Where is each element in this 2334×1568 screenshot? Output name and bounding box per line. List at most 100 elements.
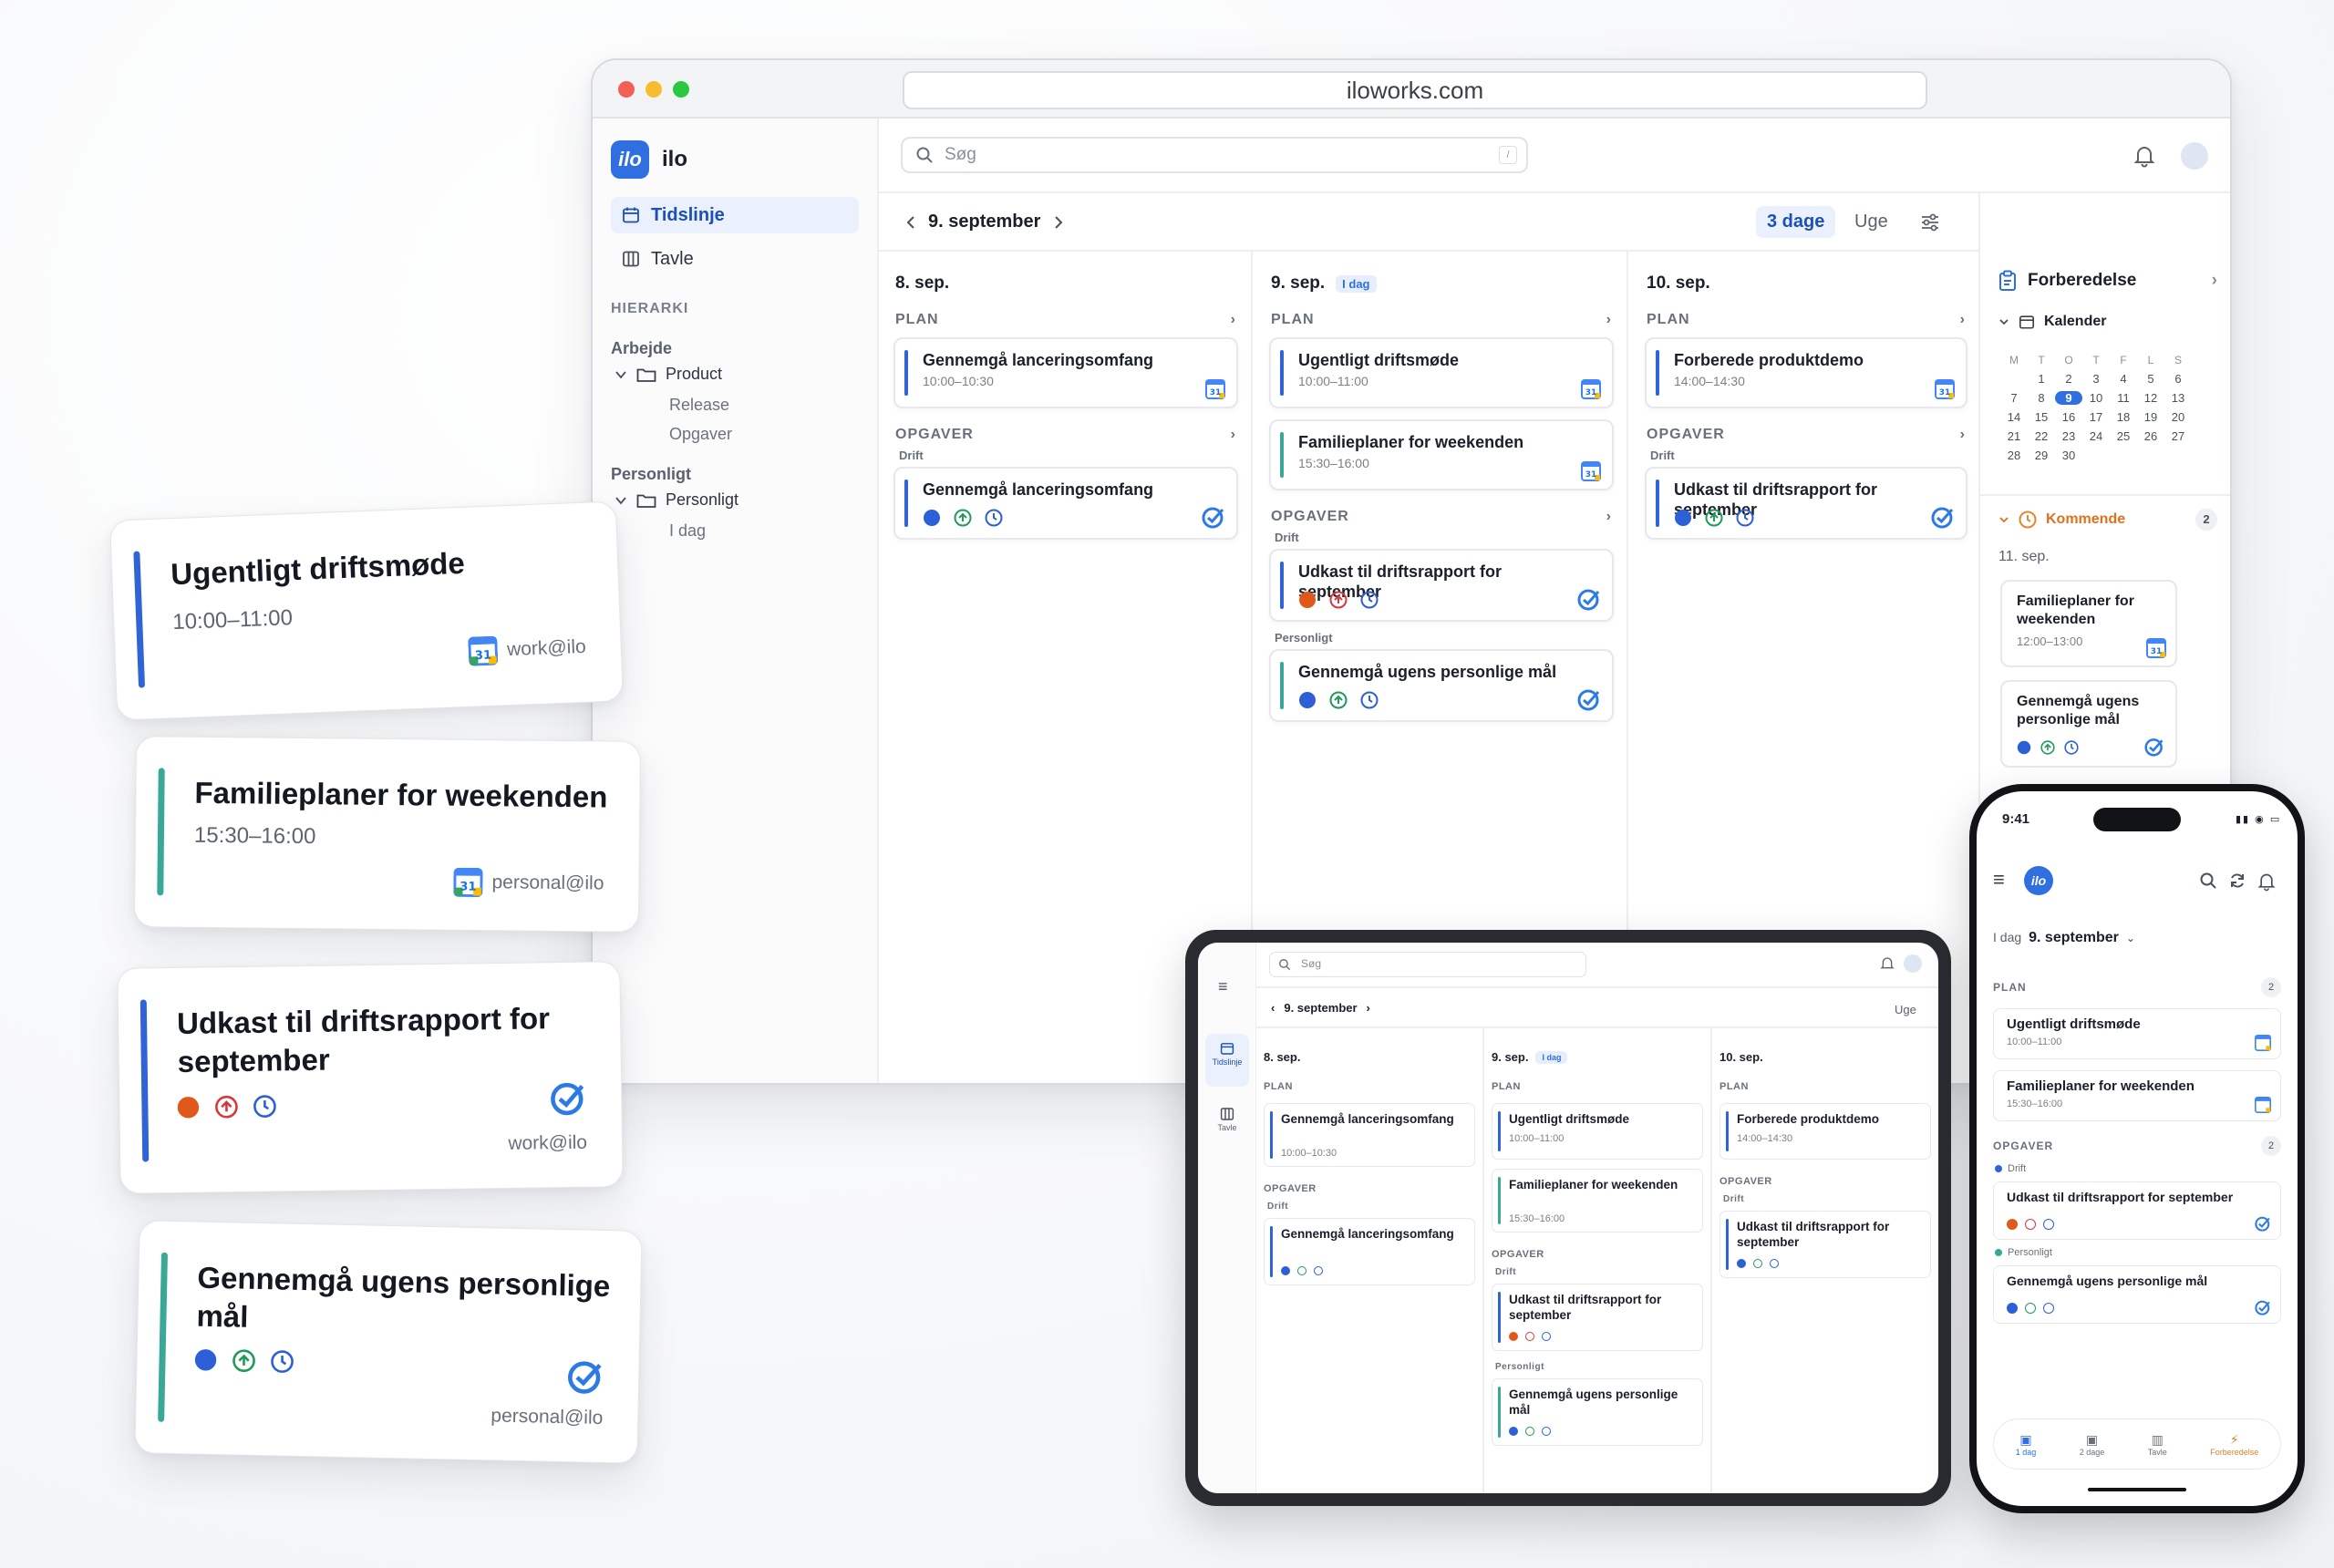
tab-tavle[interactable]: ▥ Tavle: [2148, 1432, 2167, 1457]
avatar[interactable]: [1904, 954, 1922, 973]
task-card[interactable]: Udkast til driftsrapport for september: [1269, 549, 1614, 622]
chevron-left-icon[interactable]: [904, 215, 917, 230]
calendar-day[interactable]: 12: [2137, 391, 2164, 405]
calendar-day[interactable]: 16: [2055, 410, 2082, 424]
sidebar-item-tidslinje[interactable]: Tidslinje: [611, 197, 859, 233]
search-input[interactable]: Søg /: [901, 137, 1528, 173]
calendar-day[interactable]: 6: [2164, 372, 2192, 386]
calendar-day[interactable]: 4: [2110, 372, 2137, 386]
mini-calendar[interactable]: M T O T F L S 1 2 3 4 5 6 7 8 9 10 11 12 13 14 15 16 17 18 19 20 21…: [2000, 354, 2192, 462]
plan-section-header[interactable]: PLAN ›: [1647, 312, 1966, 328]
calendar-day[interactable]: 18: [2110, 410, 2137, 424]
calendar-day[interactable]: 1: [2028, 372, 2055, 386]
plan-section-header[interactable]: PLAN ›: [895, 312, 1236, 328]
tree-item-i-dag[interactable]: I dag: [669, 521, 706, 541]
check-circle-icon[interactable]: [567, 1357, 604, 1395]
calendar-day[interactable]: 2: [2055, 372, 2082, 386]
floating-task-card-driftsrapport[interactable]: Udkast til driftsrapport for september w…: [117, 961, 624, 1194]
calendar-day[interactable]: 3: [2082, 372, 2110, 386]
calendar-day[interactable]: 21: [2000, 429, 2028, 443]
calendar-day[interactable]: 15: [2028, 410, 2055, 424]
tasks-section-header[interactable]: OPGAVER: [1720, 1176, 1772, 1187]
event-card[interactable]: Forberede produktdemo 14:00–14:30 31: [1645, 337, 1967, 408]
task-card[interactable]: Gennemgå ugens personlige mål: [1269, 649, 1614, 722]
calendar-day[interactable]: 17: [2082, 410, 2110, 424]
plan-section-header[interactable]: PLAN: [1720, 1081, 1749, 1092]
tablet-date-navigation[interactable]: ‹ 9. september ›: [1271, 1001, 1370, 1015]
calendar-day[interactable]: 25: [2110, 429, 2137, 443]
calendar-day[interactable]: 5: [2137, 372, 2164, 386]
plan-section-header[interactable]: PLAN: [1492, 1081, 1521, 1092]
event-card[interactable]: Familieplaner for weekenden 15:30–16:00 …: [1269, 419, 1614, 490]
floating-task-card-personlige-maal[interactable]: Gennemgå ugens personlige mål personal@i…: [134, 1220, 643, 1464]
calendar-day[interactable]: 28: [2000, 449, 2028, 462]
calendar-day[interactable]: 19: [2137, 410, 2164, 424]
calendar-day[interactable]: 11: [2110, 391, 2137, 405]
tree-item-product[interactable]: Product: [614, 365, 722, 384]
chevron-right-icon[interactable]: [1052, 215, 1065, 230]
phone-event-card[interactable]: Familieplaner for weekenden 15:30–16:00: [1993, 1070, 2281, 1121]
tasks-section-header[interactable]: OPGAVER: [1264, 1183, 1317, 1194]
task-card[interactable]: Udkast til driftsrapport for september: [1492, 1284, 1703, 1351]
current-date[interactable]: 9. september: [928, 211, 1040, 232]
avatar[interactable]: [2181, 142, 2208, 170]
calendar-day[interactable]: 13: [2164, 391, 2192, 405]
event-card[interactable]: Ugentligt driftsmøde 10:00–11:00: [1492, 1103, 1703, 1160]
bell-icon[interactable]: [2257, 872, 2276, 892]
calendar-day[interactable]: 26: [2137, 429, 2164, 443]
calendar-day[interactable]: 8: [2028, 391, 2055, 405]
chevron-left-icon[interactable]: ‹: [1271, 1001, 1275, 1015]
bell-icon[interactable]: [2133, 144, 2155, 168]
calendar-section-header[interactable]: Kalender: [1998, 314, 2106, 330]
search-icon[interactable]: [2199, 872, 2217, 890]
check-circle-icon[interactable]: [2255, 1215, 2271, 1232]
task-card[interactable]: Gennemgå lanceringsomfang: [893, 467, 1238, 540]
minimize-window-button[interactable]: [645, 81, 662, 98]
tasks-section-header[interactable]: OPGAVER ›: [1647, 427, 1966, 443]
calendar-day[interactable]: 22: [2028, 429, 2055, 443]
maximize-window-button[interactable]: [673, 81, 689, 98]
sidebar-item-tavle[interactable]: Tavle: [611, 241, 859, 277]
view-3-dage-button[interactable]: 3 dage: [1756, 206, 1836, 238]
tab-1-dag[interactable]: ▣ 1 dag: [2016, 1432, 2037, 1457]
event-card[interactable]: Forberede produktdemo 14:00–14:30: [1720, 1103, 1931, 1160]
upcoming-section-header[interactable]: Kommende 2: [1998, 509, 2217, 531]
check-circle-icon[interactable]: [1577, 687, 1601, 711]
chevron-right-icon[interactable]: ›: [1367, 1001, 1370, 1015]
upcoming-task-card[interactable]: Gennemgå ugens personlige mål: [2000, 680, 2177, 768]
calendar-day[interactable]: 20: [2164, 410, 2192, 424]
check-circle-icon[interactable]: [1577, 587, 1601, 611]
settings-sliders-icon[interactable]: [1920, 213, 1940, 232]
sync-icon[interactable]: [2228, 872, 2246, 890]
calendar-day[interactable]: 10: [2082, 391, 2110, 405]
url-bar[interactable]: iloworks.com: [903, 71, 1927, 109]
phone-event-card[interactable]: Ugentligt driftsmøde 10:00–11:00: [1993, 1008, 2281, 1059]
check-circle-icon[interactable]: [2144, 737, 2164, 757]
tablet-nav-tidslinje[interactable]: Tidslinje: [1205, 1034, 1249, 1087]
calendar-day[interactable]: 7: [2000, 391, 2028, 405]
tree-item-release[interactable]: Release: [669, 396, 729, 415]
plan-section-header[interactable]: PLAN: [1264, 1081, 1293, 1092]
tab-forberedelse[interactable]: ⚡ Forberedelse: [2210, 1432, 2258, 1457]
floating-event-card-driftsmoede[interactable]: Ugentligt driftsmøde 10:00–11:00 31 work…: [108, 500, 625, 721]
phone-date-picker[interactable]: I dag 9. september ⌄: [1993, 930, 2135, 946]
prep-panel-header[interactable]: Forberedelse ›: [1998, 270, 2217, 292]
task-card[interactable]: Udkast til driftsrapport for september: [1645, 467, 1967, 540]
tree-item-opgaver[interactable]: Opgaver: [669, 425, 732, 444]
tablet-nav-tavle[interactable]: Tavle: [1205, 1099, 1249, 1152]
view-uge-button[interactable]: Uge: [1854, 211, 1888, 232]
check-circle-icon[interactable]: [2255, 1299, 2271, 1315]
view-uge-button[interactable]: Uge: [1895, 1003, 1916, 1016]
close-window-button[interactable]: [618, 81, 635, 98]
calendar-day[interactable]: 27: [2164, 429, 2192, 443]
tasks-section-header[interactable]: OPGAVER ›: [1271, 509, 1612, 525]
calendar-day[interactable]: 23: [2055, 429, 2082, 443]
check-circle-icon[interactable]: [550, 1079, 587, 1117]
task-card[interactable]: Gennemgå lanceringsomfang: [1264, 1218, 1475, 1285]
phone-tasks-header[interactable]: OPGAVER 2: [1993, 1136, 2281, 1156]
check-circle-icon[interactable]: [1931, 505, 1955, 529]
upcoming-event-card[interactable]: Familieplaner for weekenden 12:00–13:00 …: [2000, 580, 2177, 667]
calendar-day[interactable]: 29: [2028, 449, 2055, 462]
calendar-day[interactable]: 14: [2000, 410, 2028, 424]
hamburger-menu-icon[interactable]: ≡: [1218, 977, 1228, 996]
